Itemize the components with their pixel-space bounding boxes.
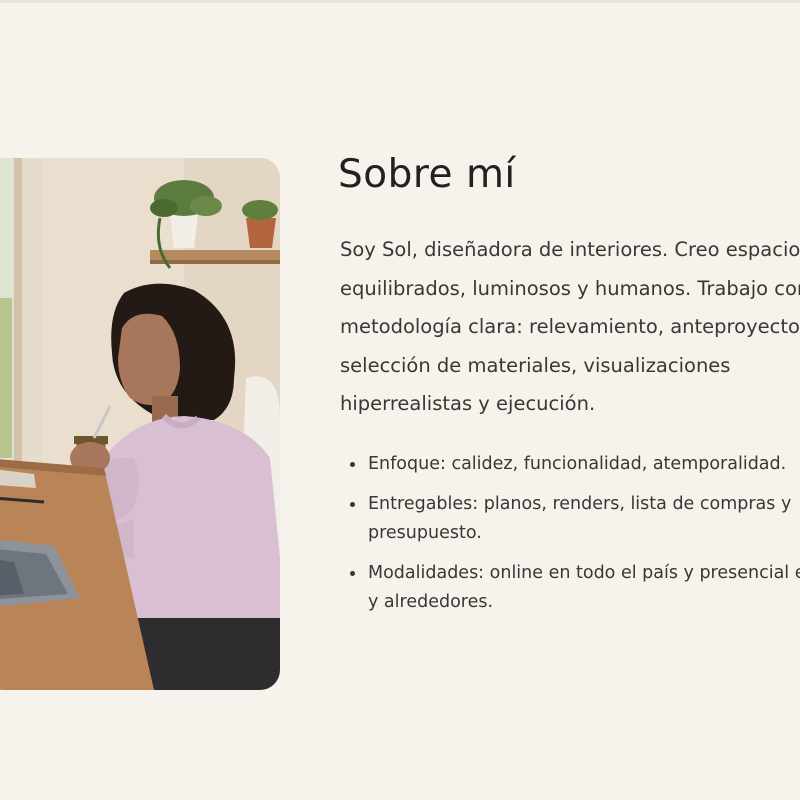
highlights-list: Enfoque: calidez, funcionalidad, atempor… (340, 450, 800, 628)
bullet-icon (350, 571, 355, 576)
highlight-text: Modalidades: online en todo el país y pr… (368, 563, 800, 612)
profile-photo (0, 158, 280, 690)
list-item: Entregables: planos, renders, lista de c… (340, 490, 800, 548)
list-item: Enfoque: calidez, funcionalidad, atempor… (340, 450, 800, 479)
highlight-text: Enfoque: calidez, funcionalidad, atempor… (368, 454, 787, 474)
highlight-text: Entregables: planos, renders, lista de c… (368, 494, 792, 543)
about-section: Sobre mí Soy Sol, diseñadora de interior… (0, 0, 800, 800)
bio-paragraph: Soy Sol, diseñadora de interiores. Creo … (340, 238, 800, 415)
top-divider (0, 0, 800, 3)
bullet-icon (350, 502, 355, 507)
section-title: Sobre mí (338, 152, 516, 197)
list-item: Modalidades: online en todo el país y pr… (340, 559, 800, 617)
bullet-icon (350, 462, 355, 467)
